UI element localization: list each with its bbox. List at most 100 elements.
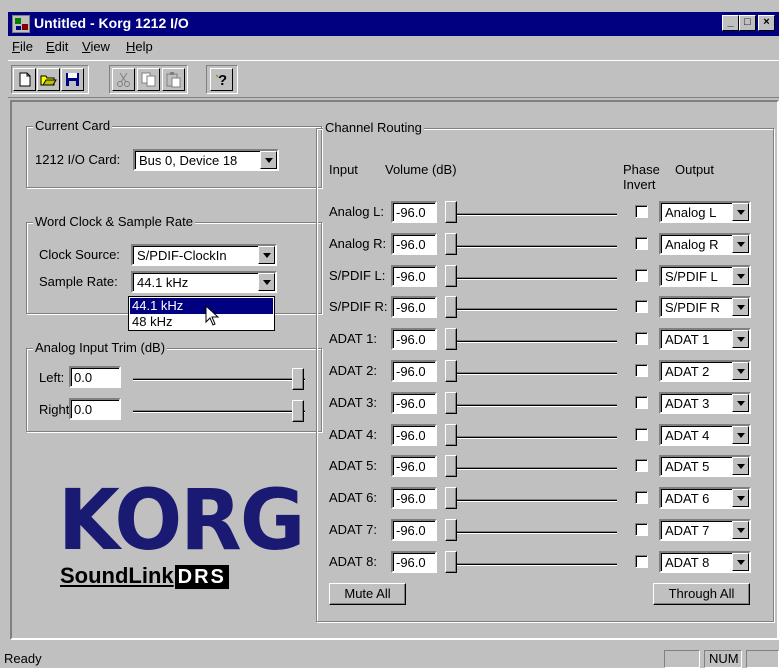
menu-view[interactable]: View xyxy=(82,39,110,54)
channel-output-select[interactable]: ADAT 8 xyxy=(659,551,751,573)
sample-rate-option-48[interactable]: 48 kHz xyxy=(130,314,273,330)
trim-right-field[interactable]: 0.0 xyxy=(69,398,121,420)
phase-invert-checkbox[interactable] xyxy=(635,555,648,568)
channel-output-select[interactable]: ADAT 6 xyxy=(659,487,751,509)
channel-volume-field[interactable]: -96.0 xyxy=(391,519,437,541)
chevron-down-icon[interactable] xyxy=(732,457,749,475)
minimize-button[interactable]: _ xyxy=(722,15,739,31)
phase-invert-checkbox[interactable] xyxy=(635,269,648,282)
phase-invert-checkbox[interactable] xyxy=(635,491,648,504)
open-icon[interactable] xyxy=(37,68,60,91)
channel-volume-field[interactable]: -96.0 xyxy=(391,487,437,509)
channel-volume-field[interactable]: -96.0 xyxy=(391,392,437,414)
phase-invert-checkbox[interactable] xyxy=(635,459,648,472)
channel-volume-slider[interactable] xyxy=(445,296,457,318)
trim-left-field[interactable]: 0.0 xyxy=(69,366,121,388)
channel-volume-slider[interactable] xyxy=(445,455,457,477)
channel-output-select[interactable]: ADAT 1 xyxy=(659,328,751,350)
channel-volume-field[interactable]: -96.0 xyxy=(391,296,437,318)
card-select[interactable]: Bus 0, Device 18 xyxy=(133,149,279,171)
chevron-down-icon[interactable] xyxy=(732,553,749,571)
chevron-down-icon[interactable] xyxy=(732,426,749,444)
copy-icon[interactable] xyxy=(137,68,160,91)
help-icon[interactable]: ? xyxy=(210,68,233,91)
channel-output-value: ADAT 6 xyxy=(665,491,710,506)
channel-volume-slider[interactable] xyxy=(445,265,457,287)
save-icon[interactable] xyxy=(61,68,84,91)
channel-volume-field[interactable]: -96.0 xyxy=(391,455,437,477)
channel-volume-slider[interactable] xyxy=(445,519,457,541)
mute-all-button[interactable]: Mute All xyxy=(329,583,406,605)
sample-rate-option-44[interactable]: 44.1 kHz xyxy=(130,298,273,314)
channel-output-select[interactable]: ADAT 4 xyxy=(659,424,751,446)
channel-volume-field[interactable]: -96.0 xyxy=(391,265,437,287)
phase-invert-checkbox[interactable] xyxy=(635,396,648,409)
channel-volume-field[interactable]: -96.0 xyxy=(391,360,437,382)
chevron-down-icon[interactable] xyxy=(732,330,749,348)
phase-invert-checkbox[interactable] xyxy=(635,237,648,250)
channel-volume-track xyxy=(447,404,617,407)
clock-source-label: Clock Source: xyxy=(39,247,120,262)
channel-volume-field[interactable]: -96.0 xyxy=(391,551,437,573)
close-button[interactable]: × xyxy=(758,15,775,31)
channel-volume-field[interactable]: -96.0 xyxy=(391,424,437,446)
channel-output-select[interactable]: ADAT 7 xyxy=(659,519,751,541)
channel-output-select[interactable]: ADAT 2 xyxy=(659,360,751,382)
chevron-down-icon[interactable] xyxy=(732,203,749,221)
channel-output-select[interactable]: S/PDIF L xyxy=(659,265,751,287)
new-icon[interactable] xyxy=(13,68,36,91)
channel-volume-slider[interactable] xyxy=(445,424,457,446)
channel-input-label: S/PDIF R: xyxy=(329,299,388,314)
channel-volume-field[interactable]: -96.0 xyxy=(391,328,437,350)
menu-file[interactable]: File xyxy=(12,39,33,54)
chevron-down-icon[interactable] xyxy=(260,151,277,169)
phase-invert-checkbox[interactable] xyxy=(635,332,648,345)
channel-volume-slider[interactable] xyxy=(445,360,457,382)
channel-volume-slider[interactable] xyxy=(445,392,457,414)
menu-help[interactable]: Help xyxy=(126,39,153,54)
title-bar[interactable]: Untitled - Korg 1212 I/O _ □ × xyxy=(8,12,779,36)
chevron-down-icon[interactable] xyxy=(732,362,749,380)
through-all-button[interactable]: Through All xyxy=(653,583,750,605)
channel-volume-slider[interactable] xyxy=(445,201,457,223)
mouse-cursor-icon xyxy=(205,305,219,326)
channel-output-select[interactable]: S/PDIF R xyxy=(659,296,751,318)
channel-volume-slider[interactable] xyxy=(445,551,457,573)
paste-icon[interactable] xyxy=(162,68,185,91)
channel-output-select[interactable]: ADAT 3 xyxy=(659,392,751,414)
chevron-down-icon[interactable] xyxy=(732,521,749,539)
cut-icon[interactable] xyxy=(112,68,135,91)
trim-right-slider[interactable] xyxy=(292,400,304,422)
maximize-button[interactable]: □ xyxy=(739,15,756,31)
chevron-down-icon[interactable] xyxy=(732,489,749,507)
phase-invert-checkbox[interactable] xyxy=(635,205,648,218)
channel-volume-slider[interactable] xyxy=(445,487,457,509)
card-label: 1212 I/O Card: xyxy=(35,152,121,167)
phase-invert-checkbox[interactable] xyxy=(635,428,648,441)
chevron-down-icon[interactable] xyxy=(732,298,749,316)
chevron-down-icon[interactable] xyxy=(732,235,749,253)
clock-source-select[interactable]: S/PDIF-ClockIn xyxy=(131,244,277,266)
channel-output-select[interactable]: Analog L xyxy=(659,201,751,223)
menu-edit[interactable]: Edit xyxy=(46,39,68,54)
chevron-down-icon[interactable] xyxy=(732,267,749,285)
chevron-down-icon[interactable] xyxy=(258,246,275,264)
menu-bar: File Edit View Help xyxy=(8,36,779,58)
channel-volume-field[interactable]: -96.0 xyxy=(391,233,437,255)
channel-volume-slider[interactable] xyxy=(445,233,457,255)
phase-invert-checkbox[interactable] xyxy=(635,300,648,313)
channel-output-select[interactable]: Analog R xyxy=(659,233,751,255)
channel-volume-track xyxy=(447,245,617,248)
phase-invert-checkbox[interactable] xyxy=(635,364,648,377)
invert-header: Invert xyxy=(623,177,656,192)
sample-rate-select[interactable]: 44.1 kHz xyxy=(131,271,277,293)
channel-volume-slider[interactable] xyxy=(445,328,457,350)
chevron-down-icon[interactable] xyxy=(258,273,275,291)
channel-output-select[interactable]: ADAT 5 xyxy=(659,455,751,477)
channel-input-label: ADAT 2: xyxy=(329,363,377,378)
channel-volume-field[interactable]: -96.0 xyxy=(391,201,437,223)
chevron-down-icon[interactable] xyxy=(732,394,749,412)
phase-invert-checkbox[interactable] xyxy=(635,523,648,536)
app-icon[interactable] xyxy=(12,15,30,33)
trim-left-slider[interactable] xyxy=(292,368,304,390)
